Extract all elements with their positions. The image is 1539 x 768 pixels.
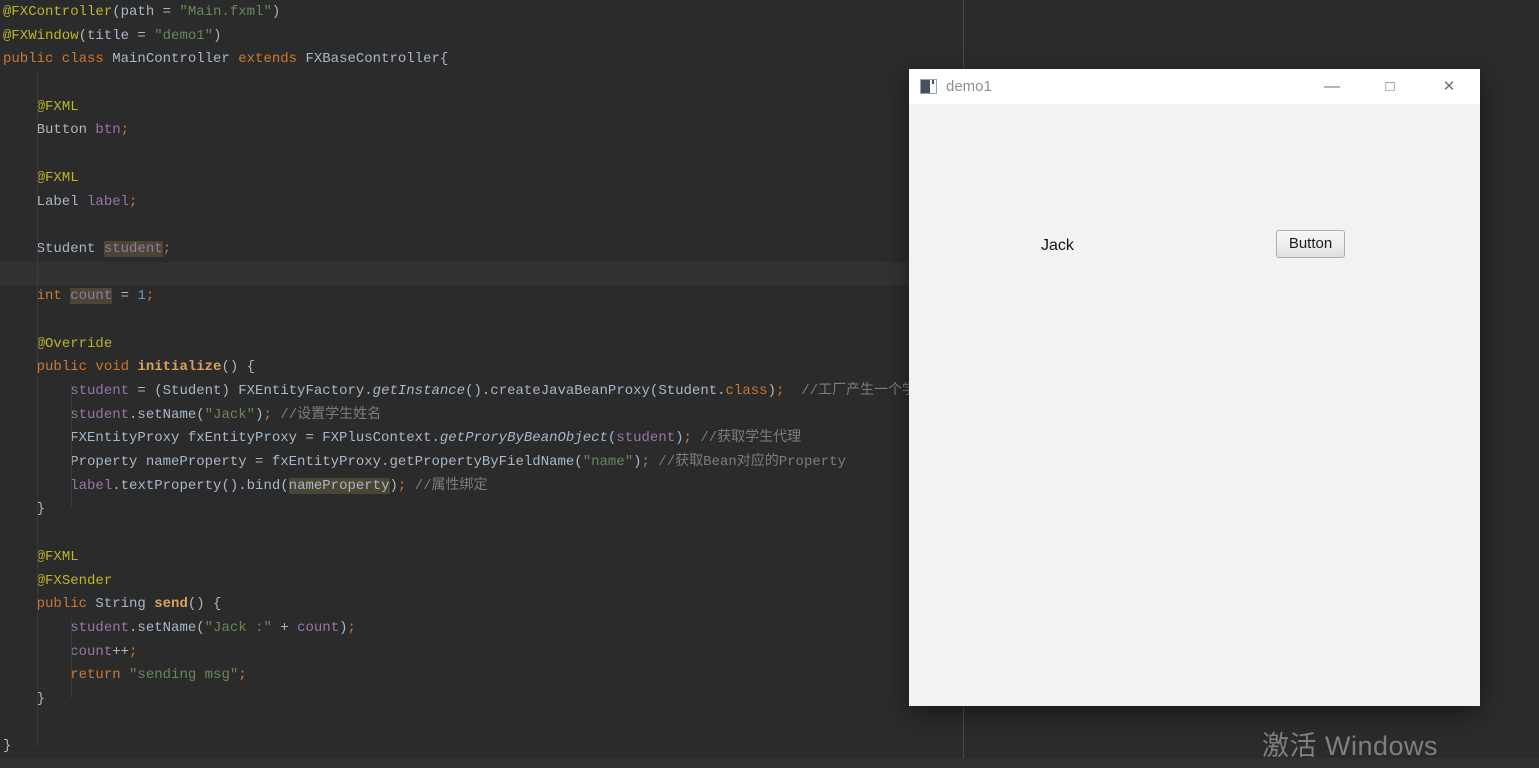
minimize-icon[interactable]: — <box>1321 69 1343 104</box>
indent-guide <box>37 72 38 747</box>
window-titlebar[interactable]: demo1 — □ ✕ <box>909 69 1480 104</box>
app-window-icon-notch <box>932 80 934 84</box>
code-line: count++; <box>0 641 963 665</box>
code-line <box>0 309 963 333</box>
indent-guide <box>71 383 72 507</box>
code-line: @FXML <box>0 546 963 570</box>
code-line: Student student; <box>0 238 963 262</box>
code-line: public void initialize() { <box>0 356 963 380</box>
code-line: @FXController(path = "Main.fxml") <box>0 1 963 25</box>
code-line: Label label; <box>0 191 963 215</box>
code-line: @FXSender <box>0 570 963 594</box>
maximize-icon[interactable]: □ <box>1379 69 1401 104</box>
code-line <box>0 522 963 546</box>
code-line: student.setName("Jack :" + count); <box>0 617 963 641</box>
window-title: demo1 <box>946 69 992 104</box>
code-line: @FXWindow(title = "demo1") <box>0 25 963 49</box>
code-line: @FXML <box>0 96 963 120</box>
send-button[interactable]: Button <box>1276 230 1345 258</box>
code-lines: @FXController(path = "Main.fxml")@FXWind… <box>0 1 963 759</box>
app-window-icon-fill <box>921 80 930 93</box>
window-content: Jack Button <box>909 104 1480 706</box>
code-line: } <box>0 498 963 522</box>
code-line: public class MainController extends FXBa… <box>0 48 963 72</box>
code-line: } <box>0 735 963 759</box>
watermark-line1: 激活 Windows <box>1262 724 1474 763</box>
code-line: public String send() { <box>0 593 963 617</box>
code-line: @Override <box>0 333 963 357</box>
indent-guide <box>71 618 72 698</box>
close-icon[interactable]: ✕ <box>1438 69 1460 104</box>
code-line <box>0 712 963 736</box>
demo1-window: demo1 — □ ✕ Jack Button <box>909 69 1480 706</box>
code-line <box>0 262 963 286</box>
code-line: FXEntityProxy fxEntityProxy = FXPlusCont… <box>0 427 963 451</box>
code-line <box>0 72 963 96</box>
code-line: } <box>0 688 963 712</box>
activate-windows-watermark: 激活 Windows 转到“设置”以激活 Windows <box>1262 724 1474 768</box>
app-window-icon <box>920 79 937 94</box>
code-line: student.setName("Jack"); //设置学生姓名 <box>0 404 963 428</box>
code-line <box>0 214 963 238</box>
code-line: return "sending msg"; <box>0 664 963 688</box>
desktop: @FXController(path = "Main.fxml")@FXWind… <box>0 0 1539 768</box>
name-label: Jack <box>1041 237 1074 255</box>
code-line <box>0 143 963 167</box>
code-line: int count = 1; <box>0 285 963 309</box>
code-line: Property nameProperty = fxEntityProxy.ge… <box>0 451 963 475</box>
code-line: @FXML <box>0 167 963 191</box>
code-line: student = (Student) FXEntityFactory.getI… <box>0 380 963 404</box>
code-line: Button btn; <box>0 119 963 143</box>
code-line: label.textProperty().bind(nameProperty);… <box>0 475 963 499</box>
